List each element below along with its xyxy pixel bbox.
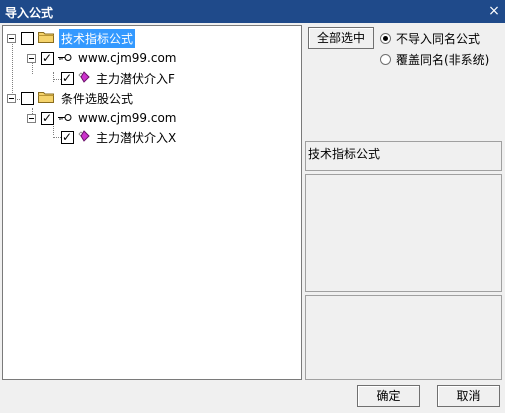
node-checkbox[interactable] [41, 51, 54, 65]
select-all-button[interactable]: 全部选中 [308, 27, 374, 49]
window-title: 导入公式 [5, 6, 54, 20]
tree-node-tech-indicators[interactable]: 技术指标公式 [7, 28, 136, 48]
title-bar: 导入公式 × [0, 0, 505, 23]
radio-skip-duplicates[interactable]: 不导入同名公式 [380, 30, 480, 47]
radio-label: 覆盖同名(非系统) [396, 53, 490, 67]
key-icon [58, 111, 72, 125]
node-label: www.cjm99.com [78, 111, 177, 125]
formula-description-panel [305, 174, 502, 292]
node-label: 技术指标公式 [59, 28, 136, 48]
formula-icon [78, 70, 90, 86]
ok-button[interactable]: 确定 [357, 385, 420, 407]
category-label: 技术指标公式 [308, 147, 381, 161]
node-checkbox[interactable] [61, 130, 74, 144]
node-label: 主力潜伏介入F [96, 71, 175, 86]
key-icon [58, 51, 72, 65]
radio-overwrite[interactable]: 覆盖同名(非系统) [380, 51, 489, 68]
collapse-toggle[interactable] [27, 53, 36, 63]
folder-icon [38, 90, 54, 106]
tree-node-stock-screening[interactable]: 条件选股公式 [7, 89, 135, 107]
formula-tree[interactable]: 技术指标公式 www.cjm99.com 主力潜伏介入F 条 [2, 25, 302, 380]
formula-icon [78, 129, 90, 145]
tree-node-formula-x[interactable]: 主力潜伏介入X [61, 128, 178, 146]
radio-button[interactable] [380, 33, 391, 44]
node-checkbox[interactable] [61, 71, 74, 85]
collapse-toggle[interactable] [7, 33, 16, 43]
radio-button[interactable] [380, 54, 391, 65]
node-label: www.cjm99.com [78, 51, 177, 65]
formula-params-panel [305, 295, 502, 380]
tree-connector [53, 72, 54, 82]
node-checkbox[interactable] [21, 91, 34, 105]
collapse-toggle[interactable] [7, 93, 16, 103]
tree-node-source[interactable]: www.cjm99.com [27, 109, 179, 127]
tree-node-formula-f[interactable]: 主力潜伏介入F [61, 69, 177, 87]
close-icon[interactable]: × [486, 3, 502, 19]
node-label: 条件选股公式 [61, 91, 134, 106]
node-checkbox[interactable] [41, 111, 54, 125]
tree-node-source[interactable]: www.cjm99.com [27, 49, 179, 67]
node-label: 主力潜伏介入X [96, 130, 177, 145]
cancel-button[interactable]: 取消 [437, 385, 500, 407]
folder-icon [38, 30, 54, 46]
radio-label: 不导入同名公式 [396, 32, 481, 46]
dialog-body: 技术指标公式 www.cjm99.com 主力潜伏介入F 条 [0, 23, 505, 413]
node-checkbox[interactable] [21, 31, 34, 45]
collapse-toggle[interactable] [27, 113, 36, 123]
